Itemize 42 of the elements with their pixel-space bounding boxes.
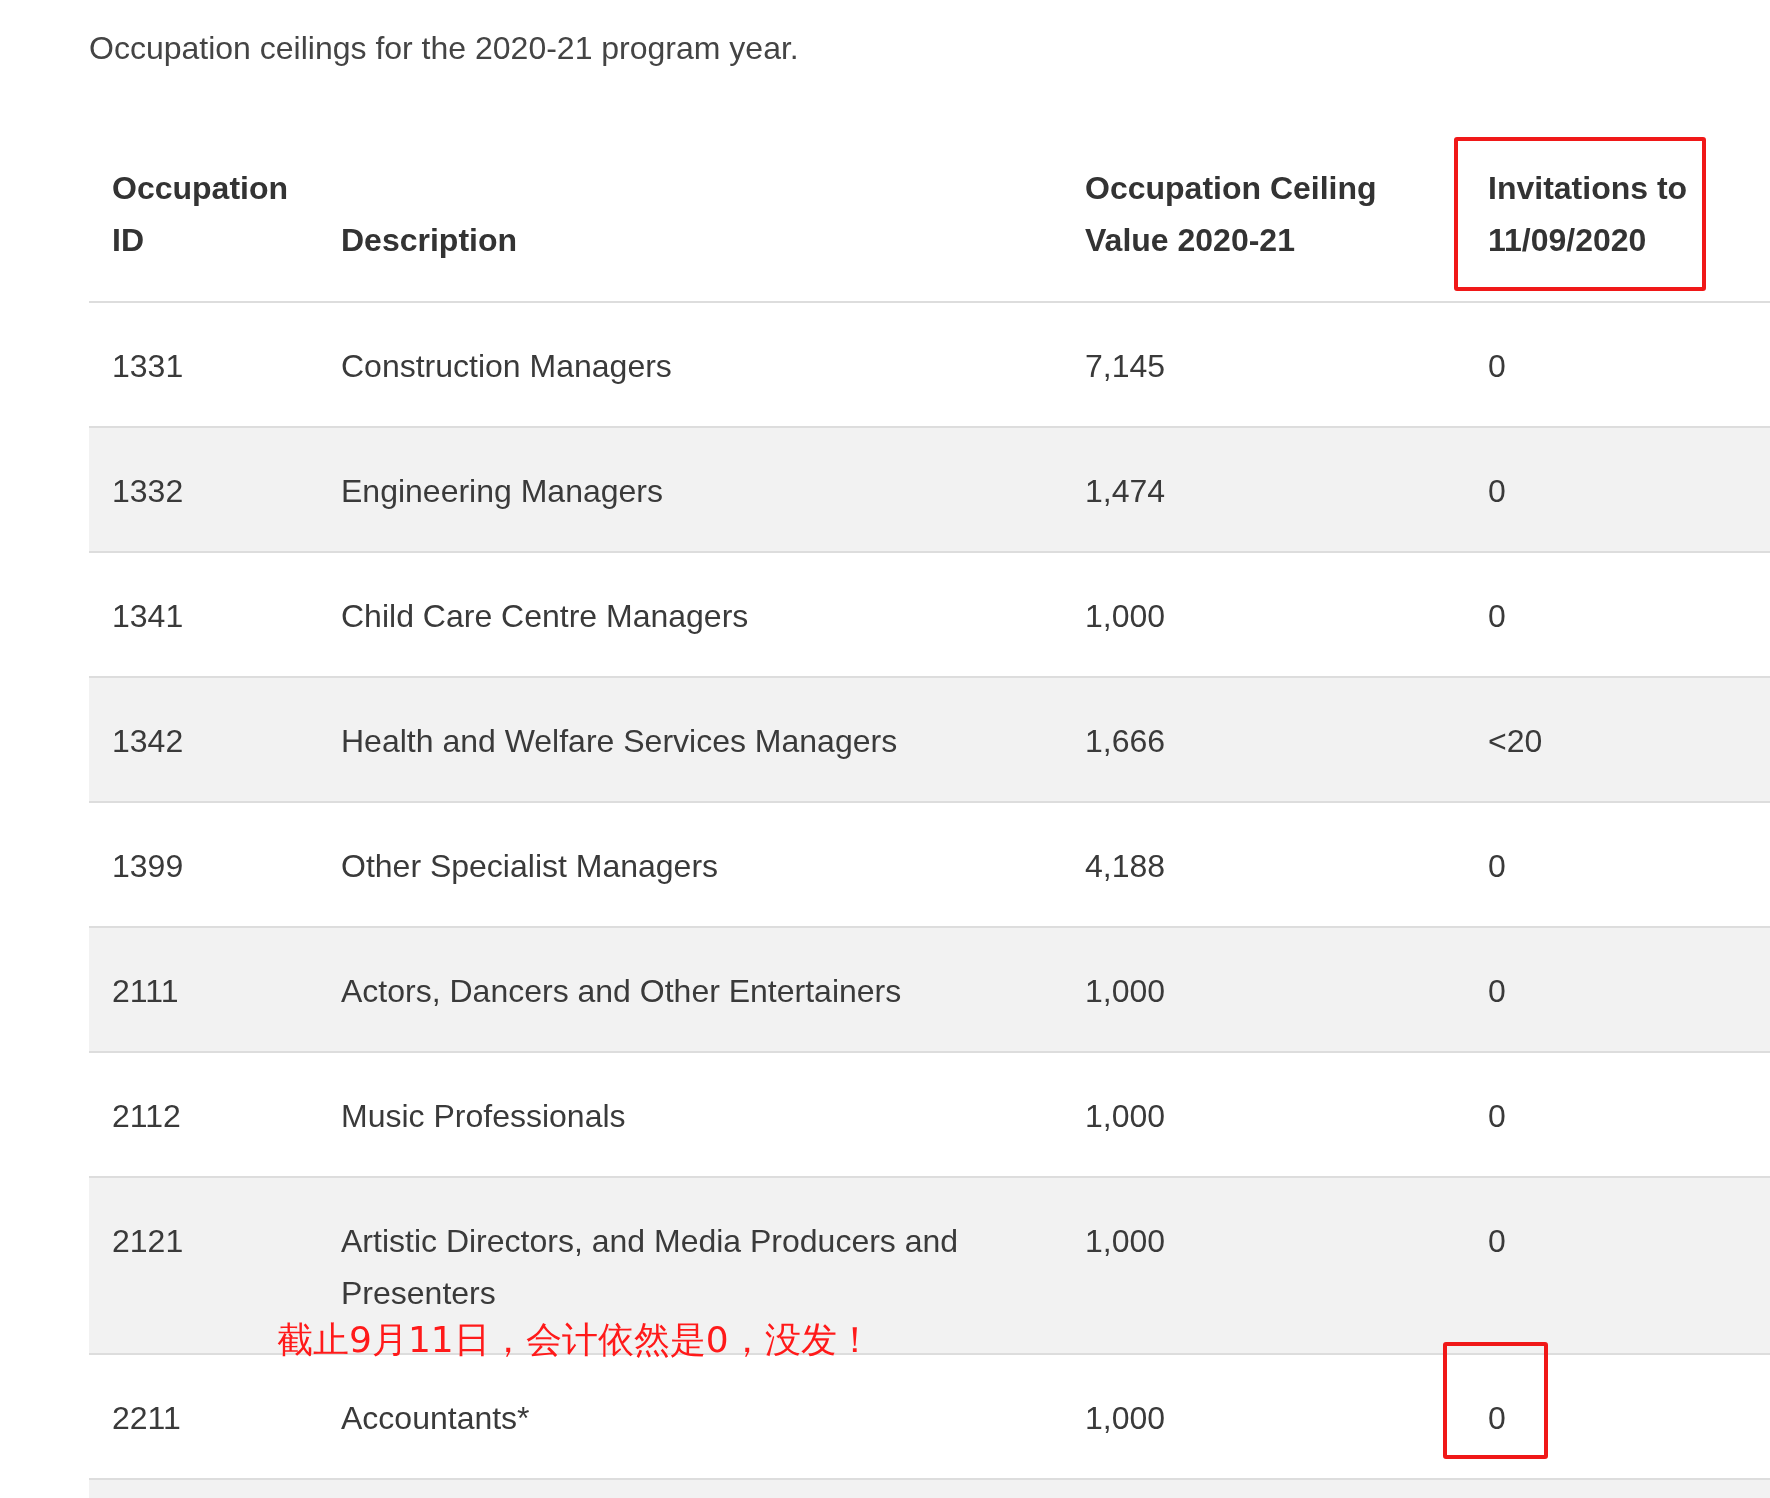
column-header: Invitations to 11/09/2020 [1488,170,1688,258]
annotation-note: 截止9月11日，会计依然是0，没发！ [277,1318,873,1362]
intro-text: Occupation ceilings for the 2020-21 program year. [89,30,799,67]
table-cell: 0 [1488,1223,1506,1259]
table-cell: 1399 [112,848,184,884]
table-cell: 2211 [112,1400,181,1436]
table-cell: 0 [1488,598,1506,634]
table-cell: Other Specialist Managers [341,848,719,884]
table-cell: 1342 [112,723,184,759]
table-cell: Artistic Directors, and Media Producers and Presenters [341,1223,959,1311]
table-cell: 1,000 [1085,1223,1166,1259]
table-cell: Actors, Dancers and Other Entertainers [341,973,902,1009]
table-cell: Engineering Managers [341,473,663,509]
table-cell: 0 [1488,848,1506,884]
table-cell: 1332 [112,473,184,509]
table-cell: 0 [1488,1098,1506,1134]
table-cell: 0 [1488,973,1506,1009]
table-cell: 1,000 [1085,1400,1166,1436]
table-cell: 2121 [112,1223,184,1259]
table-cell: 1,000 [1085,598,1166,634]
table-cell: 2112 [112,1098,181,1134]
table-cell: Child Care Centre Managers [341,598,749,634]
table-cell: 1,000 [1085,973,1166,1009]
table-cell: 1341 [112,598,184,634]
column-header: Description [341,222,518,258]
table-cell: 4,188 [1085,848,1166,884]
table-cell: 2111 [112,973,179,1009]
table-cell: 0 [1488,473,1506,509]
table-cell: <20 [1488,723,1543,759]
table-cell: Construction Managers [341,348,672,384]
table-cell: 0 [1488,1400,1506,1436]
table-cell: Accountants* [341,1400,530,1436]
table-cell: 7,145 [1085,348,1166,384]
column-header: Occupation Ceiling Value 2020-21 [1085,170,1377,258]
table-cell: 1,666 [1085,723,1166,759]
table-cell: 0 [1488,348,1506,384]
table-cell: 1331 [112,348,184,384]
table-cell: 1,474 [1085,473,1166,509]
table-cell: Music Professionals [341,1098,626,1134]
table-cell: 1,000 [1085,1098,1166,1134]
table-cell: Health and Welfare Services Managers [341,723,898,759]
column-header: Occupation ID [112,170,288,258]
